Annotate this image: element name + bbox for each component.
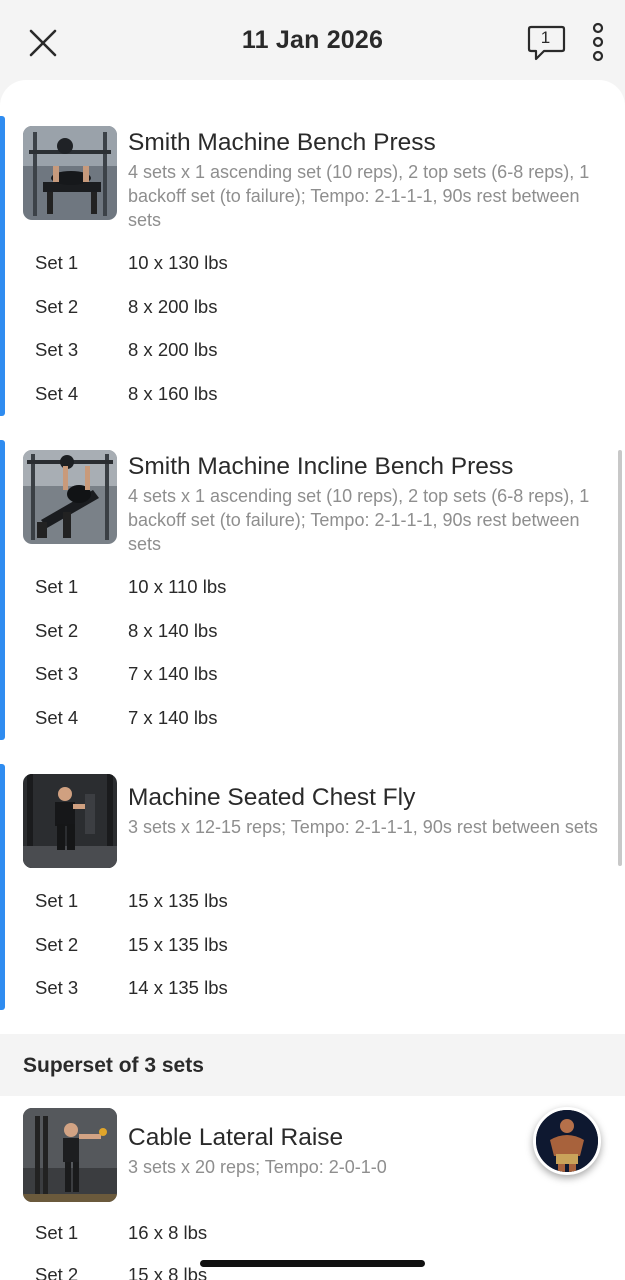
superset-header: Superset of 3 sets (0, 1034, 625, 1096)
set-label: Set 1 (35, 252, 79, 273)
set-row[interactable]: Set 3 8 x 200 lbs (0, 331, 625, 371)
exercise-thumbnail[interactable] (23, 450, 117, 544)
set-label: Set 2 (35, 620, 79, 641)
exercise-image (23, 126, 117, 220)
set-row[interactable]: Set 2 15 x 135 lbs (0, 926, 625, 966)
set-row[interactable]: Set 1 10 x 110 lbs (0, 568, 625, 608)
set-label: Set 1 (35, 890, 79, 911)
workout-sheet[interactable]: Smith Machine Bench Press 4 sets x 1 asc… (0, 80, 625, 1280)
exercise-thumbnail[interactable] (23, 126, 117, 220)
exercise-description: 3 sets x 12-15 reps; Tempo: 2-1-1-1, 90s… (128, 817, 598, 837)
set-value: 15 x 135 lbs (128, 934, 228, 955)
set-label: Set 1 (35, 576, 79, 597)
more-options-button[interactable] (588, 22, 608, 62)
set-row[interactable]: Set 2 8 x 140 lbs (0, 612, 625, 652)
comment-count-badge: 1 (540, 28, 551, 47)
set-value: 7 x 140 lbs (128, 707, 218, 728)
exercise-description: 3 sets x 20 reps; Tempo: 2-0-1-0 (128, 1157, 387, 1177)
exercise-description: 4 sets x 1 ascending set (10 reps), 2 to… (128, 486, 590, 554)
set-row[interactable]: Set 1 16 x 8 lbs (0, 1214, 625, 1254)
exercise-card: Smith Machine Bench Press 4 sets x 1 asc… (0, 116, 625, 416)
exercise-image (23, 1108, 117, 1202)
exercise-card: Cable Lateral Raise 3 sets x 20 reps; Te… (0, 1096, 625, 1280)
exercise-image (23, 450, 117, 544)
set-label: Set 3 (35, 339, 79, 360)
set-value: 16 x 8 lbs (128, 1222, 208, 1243)
set-label: Set 2 (35, 296, 79, 317)
set-label: Set 4 (35, 707, 79, 728)
coach-avatar-button[interactable] (533, 1107, 601, 1175)
top-bar: 11 Jan 2026 1 (0, 0, 625, 84)
scrollbar[interactable] (618, 450, 622, 866)
set-value: 10 x 130 lbs (128, 252, 228, 273)
avatar-image (536, 1110, 598, 1172)
set-value: 8 x 200 lbs (128, 339, 218, 360)
set-row[interactable]: Set 2 8 x 200 lbs (0, 288, 625, 328)
home-indicator[interactable] (200, 1260, 425, 1267)
exercise-description: 4 sets x 1 ascending set (10 reps), 2 to… (128, 162, 590, 230)
exercise-name[interactable]: Machine Seated Chest Fly (128, 784, 415, 812)
set-label: Set 4 (35, 383, 79, 404)
exercise-card: Machine Seated Chest Fly 3 sets x 12-15 … (0, 764, 625, 1010)
set-label: Set 2 (35, 1264, 79, 1280)
exercise-name[interactable]: Smith Machine Bench Press (128, 129, 436, 157)
exercise-name[interactable]: Cable Lateral Raise (128, 1124, 343, 1152)
set-value: 8 x 160 lbs (128, 383, 218, 404)
exercise-thumbnail[interactable] (23, 1108, 117, 1202)
set-row[interactable]: Set 3 14 x 135 lbs (0, 969, 625, 1009)
exercise-thumbnail[interactable] (23, 774, 117, 868)
set-row[interactable]: Set 1 10 x 130 lbs (0, 244, 625, 284)
exercise-image (23, 774, 117, 868)
set-label: Set 2 (35, 934, 79, 955)
exercise-name[interactable]: Smith Machine Incline Bench Press (128, 453, 513, 481)
set-label: Set 3 (35, 977, 79, 998)
set-row[interactable]: Set 4 7 x 140 lbs (0, 699, 625, 739)
exercise-card: Smith Machine Incline Bench Press 4 sets… (0, 440, 625, 740)
set-value: 14 x 135 lbs (128, 977, 228, 998)
set-value: 7 x 140 lbs (128, 663, 218, 684)
set-row[interactable]: Set 1 15 x 135 lbs (0, 882, 625, 922)
set-value: 15 x 135 lbs (128, 890, 228, 911)
set-value: 10 x 110 lbs (128, 576, 227, 597)
more-vertical-icon (592, 22, 604, 62)
set-row[interactable]: Set 3 7 x 140 lbs (0, 655, 625, 695)
set-row[interactable]: Set 4 8 x 160 lbs (0, 375, 625, 415)
set-value: 15 x 8 lbs (128, 1264, 208, 1280)
superset-title: Superset of 3 sets (23, 1054, 204, 1077)
set-value: 8 x 200 lbs (128, 296, 218, 317)
set-label: Set 1 (35, 1222, 79, 1243)
set-value: 8 x 140 lbs (128, 620, 218, 641)
set-label: Set 3 (35, 663, 79, 684)
comments-button[interactable]: 1 (527, 24, 567, 64)
